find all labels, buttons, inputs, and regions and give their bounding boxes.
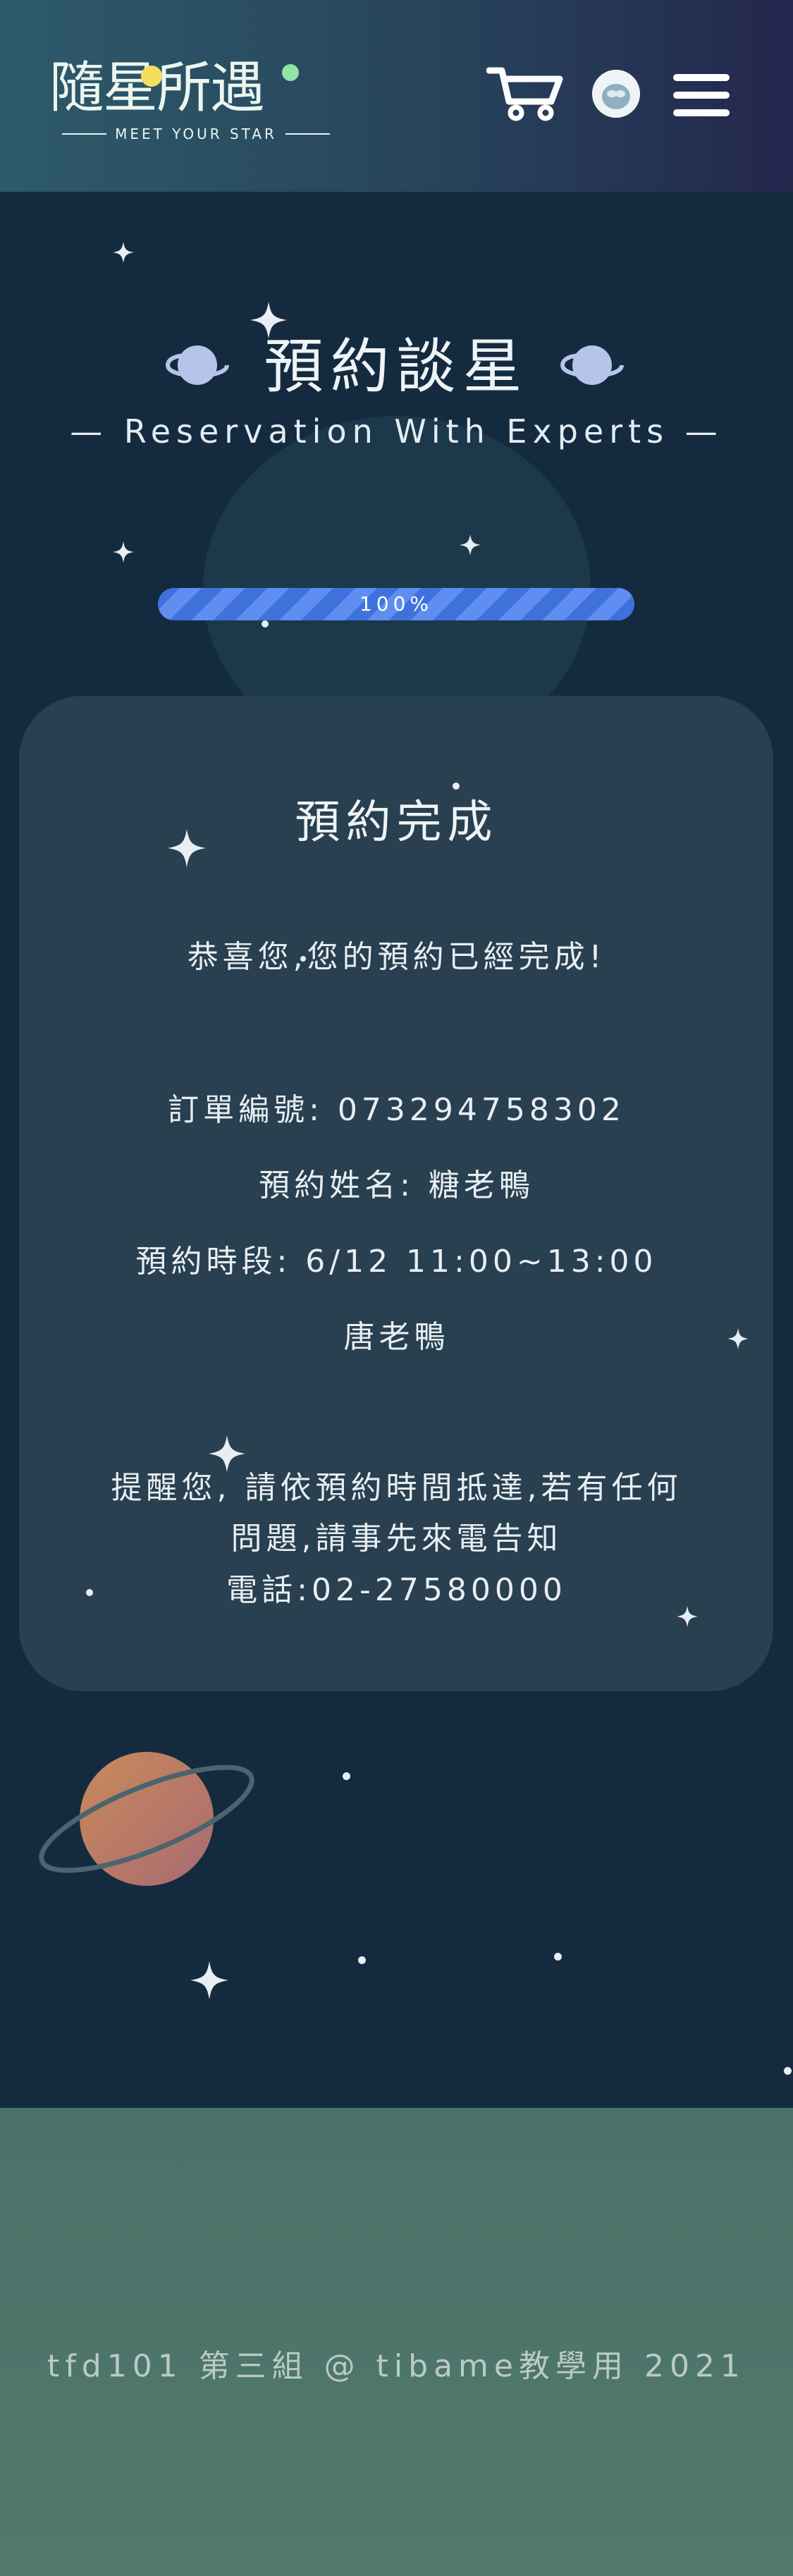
logo-tagline: MEET YOUR STAR	[62, 125, 330, 142]
expert-name: 唐老鴨	[343, 1319, 450, 1355]
avatar-duck-icon	[592, 70, 640, 118]
cart-icon[interactable]	[486, 65, 564, 121]
sparkle-icon	[113, 242, 134, 263]
star-dot	[343, 1772, 350, 1780]
progress-label: 100%	[359, 592, 434, 615]
page-subtitle: — Reservation With Experts —	[70, 412, 723, 450]
sparkle-icon	[460, 534, 481, 556]
reservation-time-slot: 預約時段: 6/12 11:00~13:00	[135, 1244, 658, 1280]
star-dot	[262, 620, 269, 627]
logo-green-accent-icon	[282, 64, 299, 81]
reminder-line-1: 提醒您, 請依預約時間抵達,若有任何	[111, 1470, 682, 1506]
sparkle-icon	[190, 1961, 228, 1999]
logo-tagline-text: MEET YOUR STAR	[115, 125, 277, 142]
reminder-line-2: 問題,請事先來電告知	[230, 1521, 563, 1557]
logo-char-4: 遇	[210, 56, 265, 120]
star-dot	[784, 2067, 792, 2075]
avatar-icon[interactable]	[592, 70, 640, 118]
order-number: 訂單編號: 073294758302	[168, 1092, 625, 1128]
star-dot	[358, 1956, 366, 1964]
logo-char-1: 隨	[49, 56, 104, 120]
reservation-progress-bar: 100%	[158, 588, 634, 620]
reservation-name: 預約姓名: 糖老鴨	[259, 1167, 534, 1203]
site-header: 隨 星 所 遇 MEET YOUR STAR	[0, 0, 793, 192]
contact-phone: 電話:02-27580000	[226, 1572, 567, 1608]
planet-icon	[560, 345, 624, 385]
page-title: 預約談星	[264, 332, 529, 401]
confirmation-title: 預約完成	[295, 797, 498, 849]
site-logo[interactable]: 隨 星 所 遇 MEET YOUR STAR	[49, 49, 331, 148]
logo-star-accent-icon	[141, 66, 162, 87]
congrats-text: 恭喜您,您的預約已經完成!	[187, 939, 606, 975]
page-title-wrap: 預約談星	[0, 324, 793, 409]
star-dot	[554, 1953, 562, 1961]
footer-copyright: tfd101 第三組 @ tibame教學用 2021	[47, 2348, 746, 2384]
sparkle-icon	[113, 541, 134, 563]
hamburger-menu-icon[interactable]	[673, 74, 730, 116]
ringed-planet-icon	[39, 1752, 254, 1886]
